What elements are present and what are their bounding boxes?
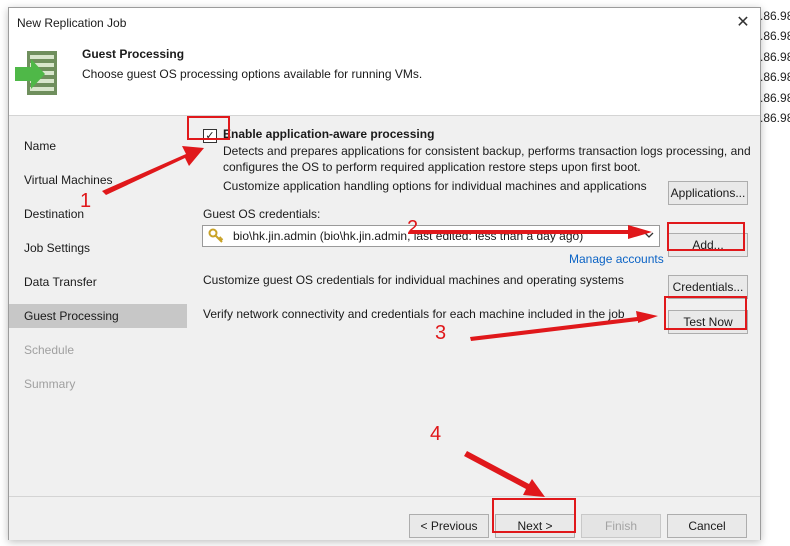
arrow-3 bbox=[470, 311, 658, 341]
annotation-number-4: 4 bbox=[430, 423, 442, 445]
annotation-number-1: 1 bbox=[80, 190, 92, 212]
annotation-number-3: 3 bbox=[435, 322, 447, 344]
annotation-number-2: 2 bbox=[407, 217, 419, 239]
arrow-1 bbox=[102, 146, 204, 195]
arrow-2 bbox=[410, 225, 652, 239]
arrow-4 bbox=[464, 451, 545, 497]
annotation-arrows bbox=[102, 146, 658, 497]
